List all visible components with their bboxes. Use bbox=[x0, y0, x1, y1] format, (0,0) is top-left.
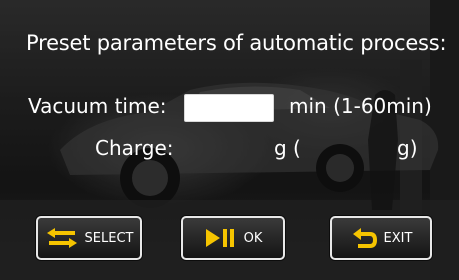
select-button[interactable]: SELECT bbox=[36, 216, 142, 260]
vacuum-time-unit: min (1-60min) bbox=[289, 94, 432, 118]
exit-button[interactable]: EXIT bbox=[330, 216, 432, 260]
swap-arrows-icon bbox=[46, 228, 77, 248]
play-pause-icon bbox=[205, 229, 234, 247]
charge-unit-close: g) bbox=[397, 136, 418, 160]
return-arrow-icon bbox=[352, 228, 377, 248]
process-preset-screen: Preset parameters of automatic process: … bbox=[0, 0, 459, 280]
charge-range-field[interactable] bbox=[308, 134, 386, 162]
charge-unit-open: g ( bbox=[274, 136, 301, 160]
page-title: Preset parameters of automatic process: bbox=[26, 31, 447, 55]
ok-button[interactable]: OK bbox=[181, 216, 285, 260]
charge-label: Charge: bbox=[95, 136, 174, 160]
vacuum-time-label: Vacuum time: bbox=[28, 94, 167, 118]
select-button-label: SELECT bbox=[84, 230, 134, 246]
vacuum-time-input[interactable] bbox=[184, 94, 274, 122]
ok-button-label: OK bbox=[243, 230, 263, 246]
exit-button-label: EXIT bbox=[383, 230, 413, 246]
